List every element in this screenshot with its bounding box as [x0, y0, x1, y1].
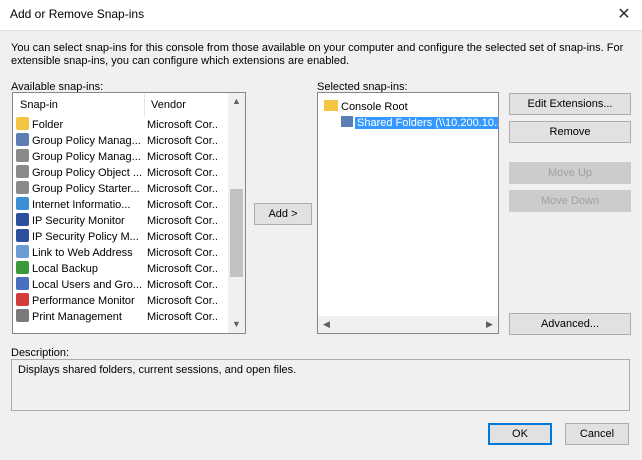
- users-icon: [16, 277, 29, 290]
- snapin-vendor: Microsoft Cor...: [147, 279, 217, 291]
- policy-document-icon: [16, 165, 29, 178]
- scroll-left-icon[interactable]: ◀: [318, 316, 335, 333]
- snapin-vendor: Microsoft Cor...: [147, 183, 217, 195]
- ip-security-icon: [16, 229, 29, 242]
- list-item[interactable]: Group Policy Manag... Microsoft Cor...: [16, 133, 228, 149]
- snapin-vendor: Microsoft Cor...: [147, 151, 217, 163]
- snapin-name: Internet Informatio...: [32, 199, 131, 211]
- scroll-down-icon[interactable]: ▼: [228, 316, 245, 333]
- snapin-name: Group Policy Manag...: [32, 151, 141, 163]
- column-header-snapin[interactable]: Snap-in: [14, 94, 145, 116]
- snapin-name: IP Security Monitor: [32, 215, 125, 227]
- snapin-name: Group Policy Manag...: [32, 135, 141, 147]
- snapin-name: Folder: [32, 119, 64, 131]
- title-bar: Add or Remove Snap-ins ✕: [0, 0, 642, 30]
- description-text: Displays shared folders, current session…: [18, 364, 297, 376]
- folder-icon: [16, 117, 29, 130]
- tree-item-shared-folders[interactable]: Shared Folders (\\10.200.10.37: [341, 115, 498, 131]
- ip-security-icon: [16, 213, 29, 226]
- list-item[interactable]: Group Policy Object ... Microsoft Cor...: [16, 165, 228, 181]
- list-item[interactable]: Performance Monitor Microsoft Cor...: [16, 293, 228, 309]
- tree-item-label: Console Root: [341, 101, 408, 113]
- list-item[interactable]: Group Policy Starter... Microsoft Cor...: [16, 181, 228, 197]
- snapin-vendor: Microsoft Cor...: [147, 263, 217, 275]
- policy-document-icon: [16, 181, 29, 194]
- tree-item-console-root[interactable]: Console Root: [324, 99, 408, 115]
- list-item[interactable]: Group Policy Manag... Microsoft Cor...: [16, 149, 228, 165]
- list-item[interactable]: Local Users and Gro... Microsoft Cor...: [16, 277, 228, 293]
- available-snapins-list[interactable]: Snap-in Vendor Folder Microsoft Cor... Gro…: [12, 92, 246, 334]
- move-up-button[interactable]: Move Up: [509, 162, 631, 184]
- list-item[interactable]: Print Management Microsoft Cor...: [16, 309, 228, 325]
- column-header-vendor[interactable]: Vendor: [145, 94, 215, 116]
- web-link-icon: [16, 245, 29, 258]
- selected-snapins-tree[interactable]: Console Root Shared Folders (\\10.200.10…: [317, 92, 499, 334]
- advanced-button[interactable]: Advanced...: [509, 313, 631, 335]
- scroll-up-icon[interactable]: ▲: [228, 93, 245, 110]
- snapin-name: Local Backup: [32, 263, 99, 275]
- cancel-button[interactable]: Cancel: [565, 423, 629, 445]
- snapin-vendor: Microsoft Cor...: [147, 199, 217, 211]
- intro-text: You can select snap-ins for this console…: [11, 42, 624, 67]
- snapin-rows: Folder Microsoft Cor... Group Policy Manag…: [13, 117, 228, 333]
- printer-icon: [16, 309, 29, 322]
- snapin-name: IP Security Policy M...: [32, 231, 139, 243]
- snapin-name: Print Management: [32, 311, 122, 323]
- list-item[interactable]: Link to Web Address Microsoft Cor...: [16, 245, 228, 261]
- snapin-vendor: Microsoft Cor...: [147, 135, 217, 147]
- add-button[interactable]: Add >: [254, 203, 312, 225]
- snapin-vendor: Microsoft Cor...: [147, 231, 217, 243]
- list-item[interactable]: IP Security Monitor Microsoft Cor...: [16, 213, 228, 229]
- snapin-name: Group Policy Object ...: [32, 167, 143, 179]
- vertical-scrollbar[interactable]: ▲ ▼: [228, 93, 245, 333]
- horizontal-scrollbar[interactable]: ◀ ▶: [318, 316, 498, 333]
- snapin-vendor: Microsoft Cor...: [147, 311, 217, 323]
- ok-button[interactable]: OK: [488, 423, 552, 445]
- snapin-name: Group Policy Starter...: [32, 183, 140, 195]
- scroll-thumb[interactable]: [230, 189, 243, 277]
- window-title: Add or Remove Snap-ins: [10, 7, 145, 21]
- globe-icon: [16, 197, 29, 210]
- scroll-right-icon[interactable]: ▶: [481, 316, 498, 333]
- list-header: Snap-in Vendor: [14, 94, 228, 116]
- backup-icon: [16, 261, 29, 274]
- remove-button[interactable]: Remove: [509, 121, 631, 143]
- edit-extensions-button[interactable]: Edit Extensions...: [509, 93, 631, 115]
- description-label: Description:: [11, 347, 70, 359]
- snapin-name: Link to Web Address: [32, 247, 133, 259]
- shared-folder-icon: [341, 116, 353, 127]
- snapin-vendor: Microsoft Cor...: [147, 167, 217, 179]
- snapin-vendor: Microsoft Cor...: [147, 247, 217, 259]
- policy-document-icon: [16, 149, 29, 162]
- description-box: Displays shared folders, current session…: [11, 359, 630, 411]
- list-item[interactable]: Internet Informatio... Microsoft Cor...: [16, 197, 228, 213]
- list-item[interactable]: Local Backup Microsoft Cor...: [16, 261, 228, 277]
- snapin-vendor: Microsoft Cor...: [147, 295, 217, 307]
- tree-item-label: Shared Folders (\\10.200.10.37: [355, 117, 498, 129]
- close-icon[interactable]: ✕: [612, 4, 636, 26]
- snapin-name: Local Users and Gro...: [32, 279, 143, 291]
- snapin-vendor: Microsoft Cor...: [147, 119, 217, 131]
- snapin-vendor: Microsoft Cor...: [147, 215, 217, 227]
- list-item[interactable]: IP Security Policy M... Microsoft Cor...: [16, 229, 228, 245]
- move-down-button[interactable]: Move Down: [509, 190, 631, 212]
- folder-icon: [324, 100, 338, 111]
- performance-icon: [16, 293, 29, 306]
- list-item[interactable]: Folder Microsoft Cor...: [16, 117, 228, 133]
- group-policy-icon: [16, 133, 29, 146]
- snapin-name: Performance Monitor: [32, 295, 135, 307]
